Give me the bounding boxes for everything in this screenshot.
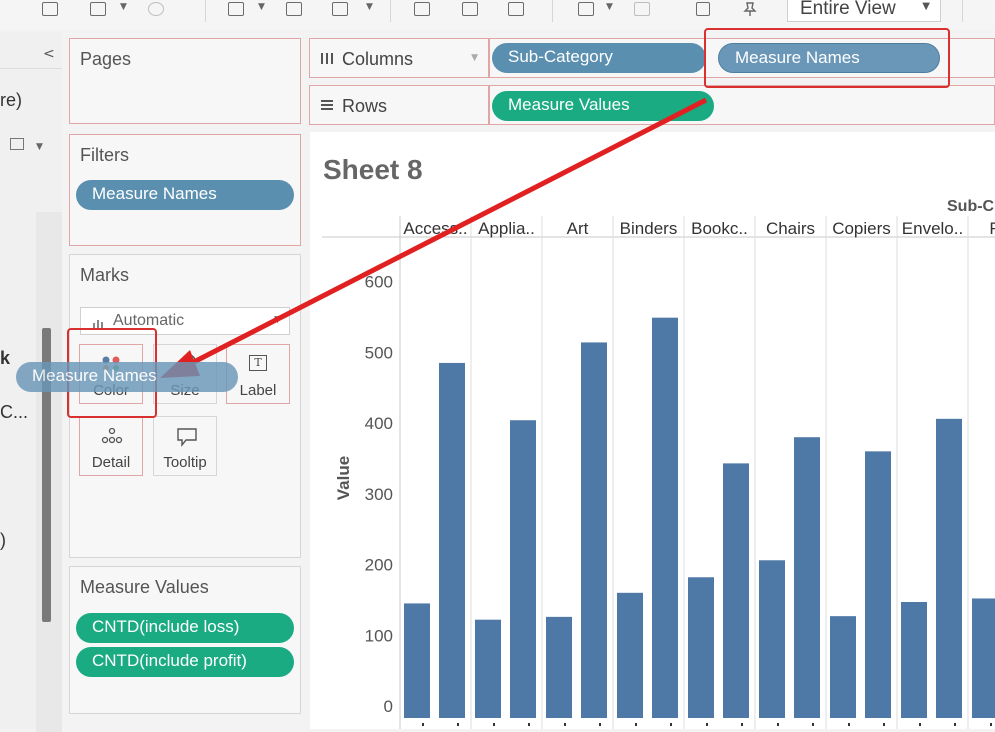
x-tick — [883, 723, 885, 726]
x-tick — [741, 723, 743, 726]
bar — [652, 317, 678, 718]
bar — [617, 592, 643, 718]
x-tick — [919, 723, 921, 726]
x-tick — [528, 723, 530, 726]
y-tick-label: 500 — [365, 343, 393, 362]
bar — [581, 342, 607, 718]
y-axis-title: Value — [334, 456, 353, 500]
category-label: Bookc.. — [691, 219, 748, 238]
category-label: Envelo.. — [902, 219, 963, 238]
y-tick-label: 600 — [365, 273, 393, 292]
bar — [723, 463, 749, 718]
x-tick — [777, 723, 779, 726]
category-label: Art — [567, 219, 589, 238]
bar — [439, 362, 465, 718]
x-tick — [493, 723, 495, 726]
x-tick — [457, 723, 459, 726]
x-tick — [812, 723, 814, 726]
category-label: Binders — [620, 219, 678, 238]
x-tick — [422, 723, 424, 726]
x-tick — [635, 723, 637, 726]
x-tick — [990, 723, 992, 726]
bar — [546, 616, 572, 718]
y-tick-label: 200 — [365, 556, 393, 575]
bar — [759, 560, 785, 718]
x-tick — [670, 723, 672, 726]
bar — [901, 602, 927, 718]
bar — [404, 603, 430, 718]
category-label: Access.. — [403, 219, 467, 238]
dragging-pill-measure-names[interactable]: Measure Names — [16, 362, 238, 392]
x-tick — [848, 723, 850, 726]
bar — [688, 577, 714, 718]
bar — [936, 418, 962, 718]
bar — [865, 451, 891, 718]
category-label: Chairs — [766, 219, 815, 238]
x-tick — [706, 723, 708, 726]
bar — [794, 437, 820, 718]
y-tick-label: 300 — [365, 485, 393, 504]
category-label: Copiers — [832, 219, 891, 238]
bar — [475, 619, 501, 718]
x-tick — [599, 723, 601, 726]
category-label: Applia.. — [478, 219, 535, 238]
category-label: Fas — [989, 219, 995, 238]
y-tick-label: 0 — [384, 697, 393, 716]
highlight-box — [704, 28, 950, 88]
bar — [972, 598, 995, 718]
x-tick — [954, 723, 956, 726]
x-tick — [564, 723, 566, 726]
bar — [510, 420, 536, 718]
y-tick-label: 400 — [365, 414, 393, 433]
y-tick-label: 100 — [365, 626, 393, 645]
bar — [830, 616, 856, 718]
